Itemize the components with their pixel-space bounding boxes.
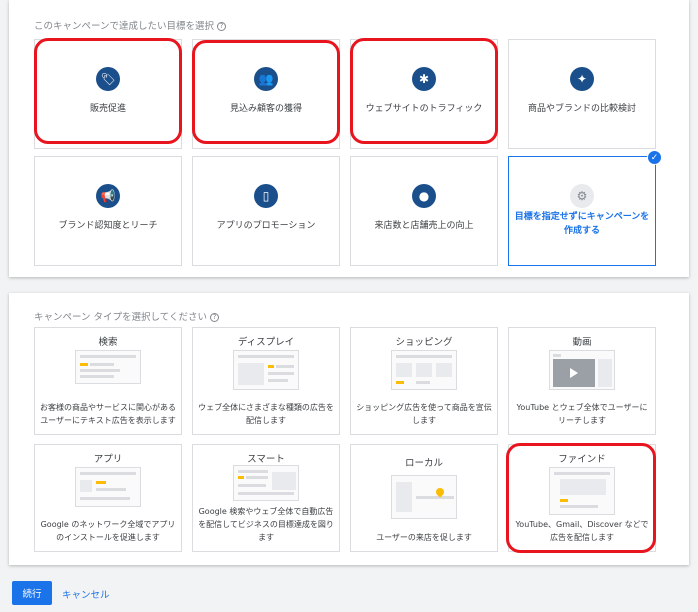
goal-card-website-traffic[interactable]: ✱ ウェブサイトのトラフィック [350, 39, 498, 149]
type-name: ディスプレイ [237, 337, 295, 348]
type-name: ファインド [558, 454, 606, 465]
tag-icon: 🏷 [96, 67, 120, 91]
goal-card-no-goal[interactable]: ⚙ 目標を指定せずにキャンペーンを作成する ✓ [508, 150, 662, 266]
type-description: YouTube とウェブ全体でユーザーにリーチします [516, 403, 648, 425]
type-description: お客様の商品やサービスに関心があるユーザーにテキスト広告を表示します [40, 403, 176, 425]
type-description: Google のネットワーク全域でアプリのインストールを促進します [40, 520, 176, 542]
shopping-ad-illustration [391, 350, 457, 390]
smart-ad-illustration [233, 465, 299, 501]
goal-label: アプリのプロモーション [216, 221, 316, 231]
goal-card-store-visits[interactable]: ● 来店数と店舗売上の向上 [350, 156, 498, 266]
goal-label: 販売促進 [89, 104, 126, 114]
goal-card-leads[interactable]: 👥 見込み顧客の獲得 [192, 39, 340, 149]
location-pin-icon: ● [412, 184, 436, 208]
goal-card-app-promotion[interactable]: ▯ アプリのプロモーション [192, 156, 340, 266]
cancel-button[interactable]: キャンセル [62, 587, 110, 601]
display-ad-illustration [233, 350, 299, 390]
phone-icon: ▯ [254, 184, 278, 208]
cursor-click-icon: ✱ [412, 67, 436, 91]
type-card-display[interactable]: ディスプレイ ウェブ全体にさまざまな種類の広告を配信します [192, 327, 340, 435]
goal-label: 見込み顧客の獲得 [229, 104, 302, 114]
goal-label: 来店数と店舗売上の向上 [374, 221, 474, 231]
discovery-ad-illustration [549, 467, 615, 515]
checkmark-icon: ✓ [647, 150, 662, 165]
type-card-smart[interactable]: スマート Google 検索やウェブ全体で自動広告を配信してビジネスの目標達成を… [192, 444, 340, 552]
type-card-discovery[interactable]: ファインド YouTube、Gmail、Discover などで広告を配信します [508, 444, 656, 552]
help-icon[interactable]: ? [217, 22, 227, 31]
type-card-video[interactable]: 動画 YouTube とウェブ全体でユーザーにリーチします [508, 327, 656, 435]
sparkle-icon: ✦ [570, 67, 594, 91]
goal-section-title: このキャンペーンで達成したい目標を選択? [34, 18, 227, 32]
continue-button[interactable]: 続行 [12, 581, 52, 605]
type-name: ショッピング [395, 337, 453, 348]
type-name: 検索 [98, 337, 118, 348]
type-card-shopping[interactable]: ショッピング ショッピング広告を使って商品を宣伝します [350, 327, 498, 435]
type-description: Google 検索やウェブ全体で自動広告を配信してビジネスの目標達成を図ります [198, 507, 334, 542]
help-icon[interactable]: ? [209, 313, 219, 322]
type-card-search[interactable]: 検索 お客様の商品やサービスに関心があるユーザーにテキスト広告を表示します [34, 327, 182, 435]
goal-label: ウェブサイトのトラフィック [365, 104, 483, 114]
goal-card-brand-awareness[interactable]: 📢 ブランド認知度とリーチ [34, 156, 182, 266]
gear-icon: ⚙ [570, 184, 594, 208]
type-name: スマート [247, 454, 285, 465]
app-ad-illustration [75, 467, 141, 507]
goal-card-sales[interactable]: 🏷 販売促進 [34, 39, 182, 149]
type-section-title: キャンペーン タイプを選択してください? [34, 309, 219, 323]
goal-label: 商品やブランドの比較検討 [527, 104, 636, 114]
type-card-app[interactable]: アプリ Google のネットワーク全域でアプリのインストールを促進します [34, 444, 182, 552]
type-description: ユーザーの来店を促します [376, 533, 472, 542]
type-name: アプリ [93, 454, 123, 465]
video-ad-illustration [549, 350, 615, 390]
type-description: ウェブ全体にさまざまな種類の広告を配信します [198, 403, 334, 425]
type-card-local[interactable]: ローカル ユーザーの来店を促します [350, 444, 498, 552]
goal-label: ブランド認知度とリーチ [58, 221, 158, 231]
campaign-type-panel: キャンペーン タイプを選択してください? 検索 お客様の商品やサービスに関心があ… [9, 293, 689, 565]
people-icon: 👥 [254, 67, 278, 91]
type-name: 動画 [572, 337, 592, 348]
goal-selection-panel: このキャンペーンで達成したい目標を選択? 🏷 販売促進 👥 見込み顧客の獲得 ✱… [9, 0, 689, 277]
local-map-illustration [391, 475, 457, 519]
type-description: ショッピング広告を使って商品を宣伝します [356, 403, 492, 425]
goal-label: 目標を指定せずにキャンペーンを作成する [514, 212, 650, 236]
megaphone-icon: 📢 [96, 184, 120, 208]
goal-card-consideration[interactable]: ✦ 商品やブランドの比較検討 [508, 39, 656, 149]
type-name: ローカル [404, 458, 443, 469]
type-description: YouTube、Gmail、Discover などで広告を配信します [515, 520, 649, 542]
search-ad-illustration [75, 350, 141, 384]
